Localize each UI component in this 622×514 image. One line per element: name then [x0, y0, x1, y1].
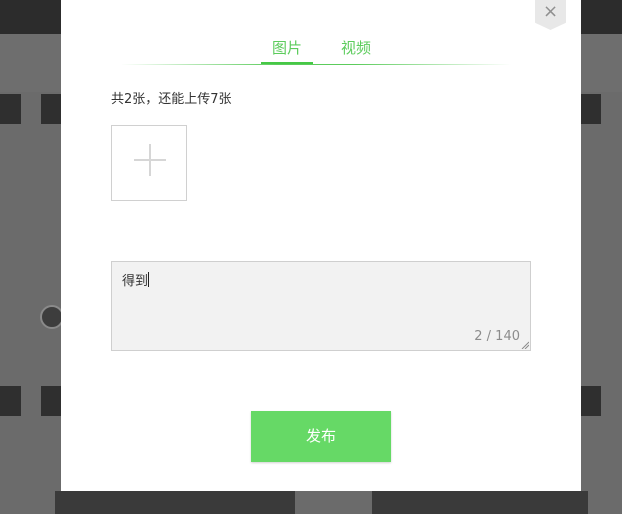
tab-pictures[interactable]: 图片: [261, 36, 313, 60]
background-photo: [55, 491, 295, 514]
post-text-input[interactable]: 得到 2 / 140: [111, 261, 531, 351]
active-tab-indicator: [261, 62, 313, 64]
upload-count-text: 共2张，还能上传7张: [111, 92, 232, 107]
char-counter: 2 / 140: [474, 329, 520, 344]
resize-grip-icon[interactable]: [521, 341, 529, 349]
background-thumb: [41, 94, 61, 124]
post-text-value: 得到: [122, 272, 150, 289]
publish-dialog: 图片 视频 共2张，还能上传7张 得到 2 / 140 发布: [61, 0, 581, 491]
close-icon: ×: [542, 1, 559, 22]
background-photo: [372, 491, 588, 514]
background-thumb: [581, 386, 601, 416]
text-caret: [148, 272, 150, 287]
tab-videos[interactable]: 视频: [331, 36, 381, 60]
tab-divider: [121, 64, 511, 65]
background-thumb: [41, 386, 61, 416]
background-thumb: [0, 94, 21, 124]
media-tabs: 图片 视频: [61, 36, 581, 66]
background-thumb: [0, 386, 21, 416]
add-image-button[interactable]: [111, 125, 187, 201]
background-thumb: [581, 94, 601, 124]
publish-button[interactable]: 发布: [251, 411, 391, 462]
